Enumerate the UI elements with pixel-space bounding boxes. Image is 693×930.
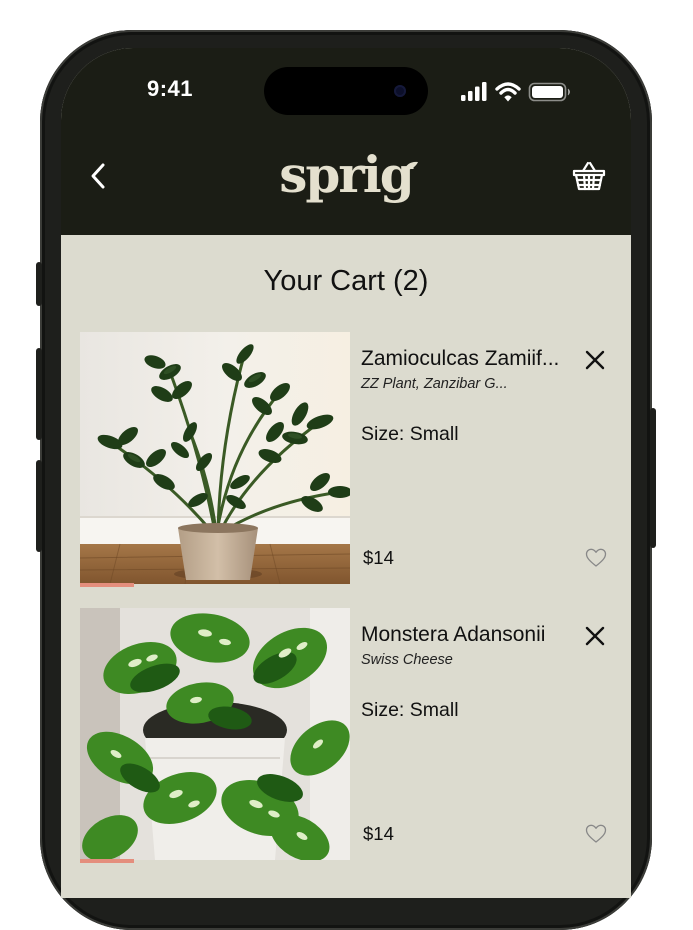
- product-alt-name: Swiss Cheese: [361, 652, 453, 668]
- heart-outline-icon: [585, 548, 607, 567]
- cart-item: Monstera Adansonii Swiss Cheese Size: Sm…: [80, 608, 610, 864]
- zz-plant-photo: [80, 332, 350, 584]
- product-name[interactable]: Monstera Adansonii: [361, 623, 581, 647]
- signal-bars-icon: [461, 82, 487, 101]
- dynamic-island: [264, 67, 428, 115]
- remove-item-button[interactable]: [584, 349, 606, 371]
- wifi-icon: [495, 82, 521, 102]
- monstera-adansonii-photo: [80, 608, 350, 860]
- remove-item-button[interactable]: [584, 625, 606, 647]
- product-price: $14: [363, 547, 394, 568]
- product-photo[interactable]: [80, 332, 350, 584]
- product-size: Size: Small: [361, 699, 459, 721]
- side-button: [650, 408, 656, 548]
- status-icons: [461, 82, 570, 102]
- product-name[interactable]: Zamioculcas Zamiif...: [361, 347, 581, 371]
- image-progress-bar: [80, 583, 350, 587]
- product-price: $14: [363, 823, 394, 844]
- battery-icon: [528, 82, 570, 102]
- close-icon: [585, 626, 605, 646]
- cart-item: Zamioculcas Zamiif... ZZ Plant, Zanzibar…: [80, 332, 610, 588]
- app-header: 9:41 sprig: [61, 48, 631, 235]
- side-button: [36, 348, 42, 440]
- product-size: Size: Small: [361, 423, 459, 445]
- page-title: Your Cart (2): [263, 265, 429, 297]
- product-alt-name: ZZ Plant, Zanzibar G...: [361, 376, 508, 392]
- app-screen: 9:41 sprig Your Cart (2) Zamioculcas Zam…: [61, 48, 631, 898]
- camera-icon: [394, 85, 406, 97]
- image-progress-fill: [80, 859, 134, 863]
- leaf-icon: [404, 161, 418, 171]
- side-button: [36, 262, 42, 306]
- back-button[interactable]: [85, 160, 111, 192]
- side-button: [36, 460, 42, 552]
- logo-text: sprig: [279, 145, 414, 204]
- heart-outline-icon: [585, 824, 607, 843]
- status-time: 9:41: [147, 76, 194, 101]
- sprig-logo[interactable]: sprig: [251, 144, 441, 206]
- basket-icon: [572, 161, 606, 191]
- image-progress-bar: [80, 859, 350, 863]
- favorite-button[interactable]: [585, 547, 607, 569]
- favorite-button[interactable]: [585, 823, 607, 845]
- image-progress-fill: [80, 583, 134, 587]
- chevron-left-icon: [91, 163, 105, 189]
- product-photo[interactable]: [80, 608, 350, 860]
- close-icon: [585, 350, 605, 370]
- basket-button[interactable]: [571, 159, 607, 193]
